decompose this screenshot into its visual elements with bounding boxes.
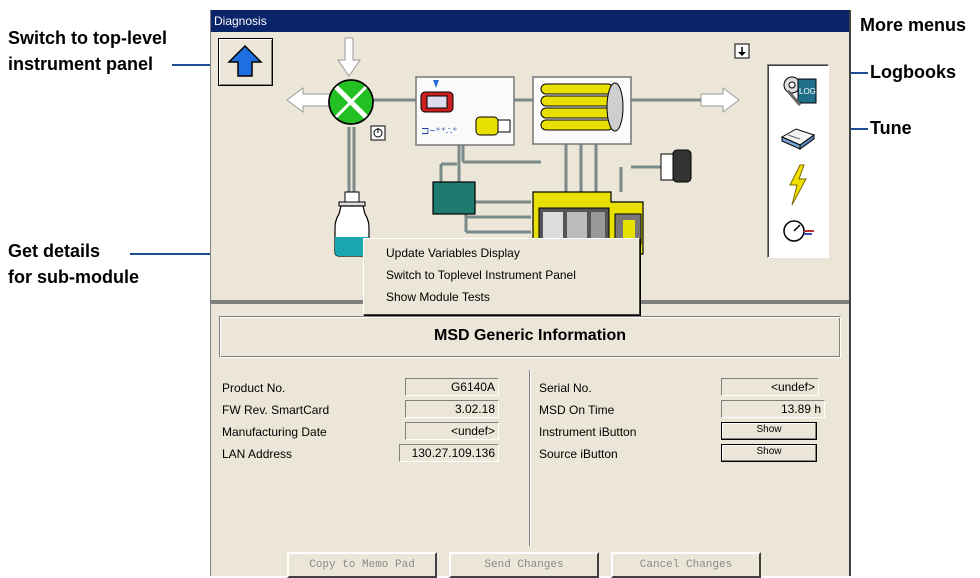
column-separator [529, 370, 531, 546]
right-outlet-arrow-icon [700, 87, 740, 113]
fw-rev-label: FW Rev. SmartCard [222, 403, 330, 417]
instrument-ibutton-show-button[interactable]: Show [721, 422, 817, 440]
lan-address-label: LAN Address [222, 447, 293, 461]
valve-icon [328, 79, 374, 125]
quadrupole-analyzer-icon[interactable] [532, 76, 632, 145]
window-titlebar: Diagnosis [211, 10, 849, 32]
callout-details-line2: for sub-module [8, 267, 139, 287]
callout-tune: Tune [870, 118, 912, 138]
status-indicator-icon [370, 125, 386, 141]
msd-on-time-value: 13.89 h [721, 400, 825, 418]
copy-to-memo-pad-button[interactable]: Copy to Memo Pad [287, 552, 437, 578]
logbooks-icon[interactable]: LOG [778, 73, 818, 109]
ion-source-module-icon[interactable]: ⊐~⁺⁺∴⁺ [415, 76, 515, 146]
diagnosis-window: Diagnosis ⊐~⁺⁺∴⁺ LOG MSD Generic Informa… [210, 10, 851, 578]
callout-logbooks: Logbooks [870, 62, 956, 82]
lan-address-value: 130.27.109.136 [399, 444, 499, 462]
lightning-icon[interactable] [786, 163, 810, 207]
source-ibutton-label: Source iButton [539, 447, 618, 461]
info-heading: MSD Generic Information [433, 327, 627, 344]
fw-rev-value: 3.02.18 [405, 400, 499, 418]
product-no-value: G6140A [405, 378, 499, 396]
vacuum-gauge-icon [660, 149, 692, 183]
instrument-ibutton-label: Instrument iButton [539, 425, 637, 439]
callout-top-level-line1: Switch to top-level [8, 28, 168, 48]
serial-no-label: Serial No. [539, 381, 592, 395]
gauge-icon[interactable] [780, 217, 816, 245]
serial-no-value: <undef> [721, 378, 819, 396]
manufacturing-date-label: Manufacturing Date [222, 425, 327, 439]
tune-icon[interactable] [778, 123, 818, 151]
callout-more-menus: More menus [860, 15, 967, 35]
svg-text:⊐~⁺⁺∴⁺: ⊐~⁺⁺∴⁺ [421, 127, 458, 138]
svg-text:LOG: LOG [799, 87, 816, 96]
info-heading-box: MSD Generic Information [219, 316, 841, 358]
menu-item-update-variables[interactable]: Update Variables Display [386, 243, 520, 263]
menu-item-show-module-tests[interactable]: Show Module Tests [386, 287, 490, 307]
source-ibutton-show-button[interactable]: Show [721, 444, 817, 462]
manufacturing-date-value: <undef> [405, 422, 499, 440]
more-menus-icon[interactable] [734, 43, 750, 59]
msd-on-time-label: MSD On Time [539, 403, 615, 417]
callout-top-level-line2: instrument panel [8, 54, 154, 74]
menu-item-switch-toplevel[interactable]: Switch to Toplevel Instrument Panel [386, 265, 576, 285]
context-menu: Update Variables Display Switch to Tople… [363, 238, 640, 315]
left-outlet-arrow-icon [286, 87, 332, 113]
tool-palette: LOG [767, 64, 829, 258]
cancel-changes-button[interactable]: Cancel Changes [611, 552, 761, 578]
inlet-arrow-icon [337, 37, 361, 77]
product-no-label: Product No. [222, 381, 286, 395]
electronics-module-icon [432, 181, 476, 215]
send-changes-button[interactable]: Send Changes [449, 552, 599, 578]
window-title: Diagnosis [214, 14, 267, 28]
info-panel: MSD Generic Information Product No. G614… [211, 304, 849, 578]
callout-details-line1: Get details [8, 241, 101, 261]
